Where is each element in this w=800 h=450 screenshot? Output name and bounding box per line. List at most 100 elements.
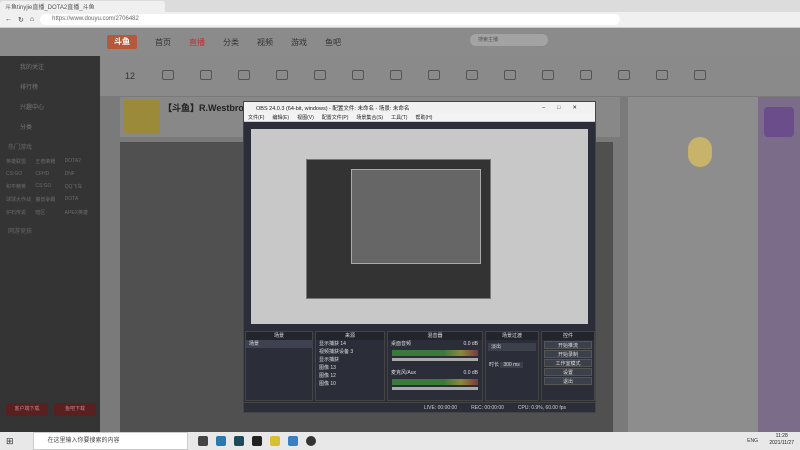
site-header: 斗鱼 首页 直播 分类 视频 游戏 鱼吧 xyxy=(0,28,800,56)
sidebar-item-follow[interactable]: 我的关注 xyxy=(0,56,100,76)
search-input[interactable]: 搜索主播 xyxy=(470,34,548,46)
nav-home[interactable]: 首页 xyxy=(155,37,171,48)
start-recording-button[interactable]: 开始录制 xyxy=(544,350,592,358)
game-link[interactable]: 炉石传说 xyxy=(6,209,35,216)
channel-name: 麦克风/Aux xyxy=(391,370,417,376)
menu-edit[interactable]: 编辑(E) xyxy=(272,114,289,121)
category-shortcut[interactable] xyxy=(343,69,373,83)
game-link[interactable]: 球球大作战 xyxy=(6,196,35,203)
category-shortcut[interactable] xyxy=(533,69,563,83)
menu-tools[interactable]: 工具(T) xyxy=(391,114,407,121)
game-link[interactable]: CFHD xyxy=(35,171,64,177)
category-shortcut[interactable] xyxy=(457,69,487,83)
transition-select[interactable]: 淡出 xyxy=(488,343,536,351)
category-shortcut[interactable] xyxy=(305,69,335,83)
game-link[interactable]: 王者荣耀 xyxy=(35,158,64,165)
volume-slider[interactable] xyxy=(392,387,478,390)
streamer-avatar[interactable] xyxy=(124,100,160,134)
app-icon[interactable] xyxy=(251,436,262,446)
client-download-button[interactable]: 客户端下载 xyxy=(6,403,48,416)
browser-tab-strip: 斗鱼tinyjie直播_DOTA2直播_斗鱼 xyxy=(0,0,800,12)
menu-help[interactable]: 帮助(H) xyxy=(415,114,432,121)
channel-name: 桌面音频 xyxy=(391,341,412,347)
obs-icon[interactable] xyxy=(305,436,316,446)
nav-category[interactable]: 分类 xyxy=(223,37,239,48)
task-view-icon[interactable] xyxy=(197,436,208,446)
app-icon[interactable] xyxy=(233,436,244,446)
category-shortcut[interactable] xyxy=(571,69,601,83)
category-shortcut[interactable] xyxy=(267,69,297,83)
source-item[interactable]: 视频捕获设备 3 xyxy=(316,348,384,356)
category-shortcut[interactable] xyxy=(153,69,183,83)
category-shortcut[interactable] xyxy=(647,69,677,83)
sidebar-item-interest[interactable]: 兴趣中心 xyxy=(0,96,100,116)
settings-button[interactable]: 设置 xyxy=(544,368,592,376)
game-link[interactable]: CS:GO xyxy=(35,183,64,190)
mascot-image xyxy=(688,137,712,167)
taskbar: ⊞ 在这里输入你要搜索的内容 ENG xyxy=(0,432,800,450)
sidebar-item-category[interactable]: 分类 xyxy=(0,116,100,136)
menu-view[interactable]: 视图(V) xyxy=(297,114,314,121)
follow-count: 12 xyxy=(115,71,145,81)
source-item[interactable]: 图像 10 xyxy=(316,380,384,388)
nav-game[interactable]: 游戏 xyxy=(291,37,307,48)
nav-live[interactable]: 直播 xyxy=(189,37,205,48)
category-shortcut[interactable] xyxy=(495,69,525,83)
game-link[interactable]: DOTA xyxy=(65,196,94,203)
browser-tab-active[interactable]: 斗鱼tinyjie直播_DOTA2直播_斗鱼 xyxy=(0,0,165,12)
menu-file[interactable]: 文件(F) xyxy=(248,114,264,121)
clock-date: 2021/11/27 xyxy=(769,440,794,446)
refresh-icon[interactable]: ↻ xyxy=(18,16,24,24)
window-controls[interactable]: –□✕ xyxy=(542,105,595,111)
volume-slider[interactable] xyxy=(392,358,478,361)
game-link[interactable]: CS:GO xyxy=(6,171,35,177)
taskbar-search-input[interactable]: 在这里输入你要搜索的内容 xyxy=(32,432,188,450)
taskbar-clock[interactable]: 11:28 2021/11/27 xyxy=(769,433,794,447)
language-indicator[interactable]: ENG xyxy=(747,438,758,444)
app-icon[interactable] xyxy=(287,436,298,446)
game-link[interactable]: DOTA2 xyxy=(65,158,94,165)
game-link[interactable]: 和平精英 xyxy=(6,183,35,190)
category-icon xyxy=(314,69,326,80)
edge-icon[interactable] xyxy=(215,436,226,446)
category-shortcut[interactable] xyxy=(381,69,411,83)
back-icon[interactable]: ← xyxy=(5,16,12,23)
game-link[interactable]: 暗区 xyxy=(35,209,64,216)
game-link[interactable]: 魔兽争霸 xyxy=(35,196,64,203)
category-shortcut[interactable] xyxy=(419,69,449,83)
address-bar[interactable]: https://www.douyu.com/2706482 xyxy=(40,14,621,25)
windows-start-icon[interactable]: ⊞ xyxy=(6,436,14,447)
source-item[interactable]: 显示捕获 xyxy=(316,356,384,364)
source-item[interactable]: 显示捕获 14 xyxy=(316,340,384,348)
obs-preview-canvas[interactable] xyxy=(251,129,588,324)
nav-yuba[interactable]: 鱼吧 xyxy=(325,37,341,48)
game-link[interactable]: 英雄联盟 xyxy=(6,158,35,165)
sources-dock: 来源 显示捕获 14 视频捕获设备 3 显示捕获 图像 13 图像 12 图像 … xyxy=(315,331,385,401)
start-streaming-button[interactable]: 开始推流 xyxy=(544,341,592,349)
app-icon[interactable] xyxy=(269,436,280,446)
category-icon xyxy=(200,69,212,80)
category-shortcut[interactable] xyxy=(609,69,639,83)
category-shortcut[interactable] xyxy=(191,69,221,83)
scene-item[interactable]: 场景 xyxy=(246,340,312,348)
scenes-dock: 场景 场景 xyxy=(245,331,313,401)
duration-input[interactable]: 300 ms xyxy=(500,362,523,368)
studio-mode-button[interactable]: 工作室模式 xyxy=(544,359,592,367)
nav-video[interactable]: 视频 xyxy=(257,37,273,48)
category-icon xyxy=(656,69,668,80)
source-item[interactable]: 图像 13 xyxy=(316,364,384,372)
yuba-download-button[interactable]: 鱼吧下载 xyxy=(53,403,96,416)
exit-button[interactable]: 退出 xyxy=(544,377,592,385)
menu-scene-collection[interactable]: 场景集合(S) xyxy=(356,114,383,121)
category-shortcut[interactable] xyxy=(685,69,715,83)
site-logo[interactable]: 斗鱼 xyxy=(107,35,137,49)
source-item[interactable]: 图像 12 xyxy=(316,372,384,380)
game-link[interactable]: DNF xyxy=(65,171,94,177)
home-icon[interactable]: ⌂ xyxy=(30,16,34,23)
sidebar-item-rank[interactable]: 排行榜 xyxy=(0,76,100,96)
promo-badge[interactable] xyxy=(764,107,794,137)
game-link[interactable]: APEX英雄 xyxy=(65,209,94,216)
category-shortcut[interactable] xyxy=(229,69,259,83)
menu-profile[interactable]: 配置文件(P) xyxy=(322,114,349,121)
game-link[interactable]: QQ飞车 xyxy=(65,183,94,190)
